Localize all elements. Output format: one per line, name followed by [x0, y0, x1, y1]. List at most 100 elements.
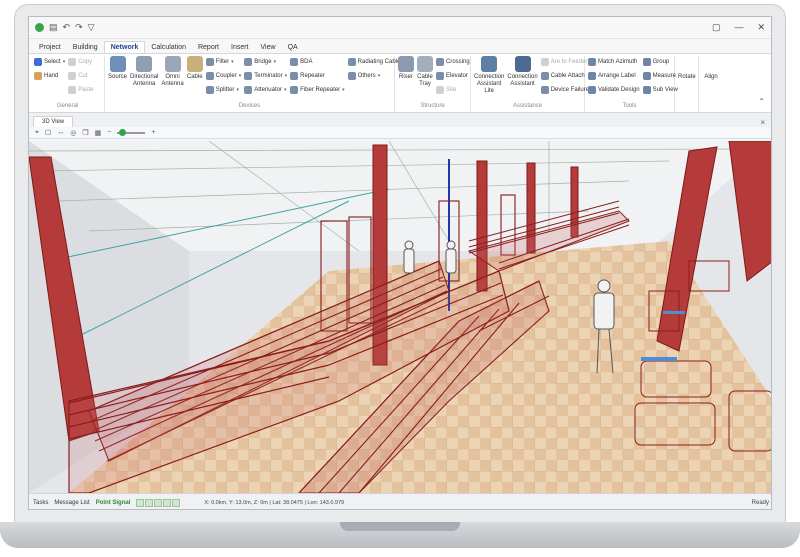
bridge-button[interactable]: Bridge ▾: [244, 56, 287, 68]
status-text: Ready: [751, 499, 769, 506]
filter-button[interactable]: Filter ▾: [205, 56, 242, 68]
device-failure-icon: [540, 86, 549, 94]
cut-button[interactable]: Cut: [68, 70, 93, 82]
directional-antenna-button[interactable]: Directional Antenna: [130, 56, 158, 103]
omni-antenna-button[interactable]: Omni Antenna: [161, 56, 184, 103]
label-icon: [588, 72, 596, 80]
zoom-out-icon[interactable]: −: [107, 129, 111, 136]
collapse-ribbon-icon[interactable]: ⌃: [758, 97, 765, 106]
select-button[interactable]: Select ▾: [34, 56, 65, 68]
validate-design-button[interactable]: Validate Design: [588, 84, 640, 96]
snap-toggle-icon[interactable]: [136, 498, 145, 507]
close-view-icon[interactable]: ×: [760, 118, 771, 127]
elevator-icon: [436, 72, 444, 80]
close-button[interactable]: ✕: [757, 22, 765, 33]
bda-icon: [290, 58, 299, 66]
document-tabs: 3D View ×: [29, 113, 771, 127]
minimize-button[interactable]: —: [734, 22, 743, 33]
tab-report[interactable]: Report: [192, 42, 225, 53]
cable-button[interactable]: Cable: [186, 56, 203, 103]
customize-icon[interactable]: ▽: [88, 23, 95, 32]
tab-insert[interactable]: Insert: [225, 42, 255, 53]
laptop-notch: [340, 522, 460, 531]
zoom-slider-knob[interactable]: [119, 128, 127, 136]
fiber-repeater-button[interactable]: Fiber Repeater ▾: [290, 84, 345, 96]
group-tools: Match Azimuth Arrange Label Validate Des…: [585, 56, 678, 112]
copy-button[interactable]: Copy: [68, 56, 93, 68]
zoom-slider[interactable]: [117, 128, 146, 136]
box-icon[interactable]: ☐: [45, 129, 51, 137]
splitter-icon: [205, 86, 214, 94]
hand-button[interactable]: Hand: [34, 70, 65, 82]
attenuator-button[interactable]: Attenuator ▾: [244, 84, 287, 96]
coupler-icon: [205, 72, 214, 80]
crossing-icon: [436, 58, 444, 66]
rotate-button[interactable]: Rotate: [678, 56, 696, 104]
cable-attach-icon: [540, 72, 549, 80]
3d-viewport[interactable]: [29, 141, 771, 493]
site-button[interactable]: Site: [436, 84, 470, 96]
terminator-button[interactable]: Terminator ▾: [244, 70, 287, 82]
feeder-icon: [540, 58, 549, 66]
crossing-button[interactable]: Crossing: [436, 56, 470, 68]
undo-icon[interactable]: ↶: [63, 23, 71, 32]
grid-toggle-icon[interactable]: [145, 498, 154, 507]
group-general: Select ▾ Hand Copy Cut Paste General: [31, 56, 105, 112]
cable-tray-icon: [417, 56, 433, 72]
tab-3d-view[interactable]: 3D View: [33, 116, 74, 127]
status-bar: Tasks Message List Point Signal X: 0.0km…: [29, 493, 771, 509]
layer-toggle-icon[interactable]: [172, 498, 181, 507]
connection-assistant-button[interactable]: Connection Assistant: [507, 56, 538, 103]
tab-message-list[interactable]: Message List: [54, 500, 89, 506]
coupler-button[interactable]: Coupler ▾: [205, 70, 241, 82]
tab-qa[interactable]: QA: [282, 42, 304, 53]
tab-calculation[interactable]: Calculation: [145, 42, 192, 53]
pan-icon[interactable]: ↔: [57, 129, 64, 136]
tab-network[interactable]: Network: [103, 41, 146, 53]
save-icon[interactable]: ▤: [49, 23, 58, 32]
orbit-icon[interactable]: ◎: [70, 129, 76, 137]
repeater-icon: [290, 72, 299, 80]
connection-assistant-lite-button[interactable]: Connection Assistant Lite: [474, 56, 504, 103]
arrange-label-button[interactable]: Arrange Label: [588, 70, 640, 82]
repeater-button[interactable]: Repeater: [290, 70, 345, 82]
tab-building[interactable]: Building: [67, 42, 104, 53]
measure-button[interactable]: Measure: [642, 70, 678, 82]
group-align: Align: [699, 56, 723, 112]
elevator-button[interactable]: Elevator: [436, 70, 470, 82]
sub-view-button[interactable]: Sub View: [642, 84, 678, 96]
laptop-frame: ▤ ↶ ↷ ▽ ▢ — ✕ Project Building Network C…: [0, 0, 800, 557]
grid-icon[interactable]: ▦: [95, 129, 102, 137]
align-button[interactable]: Align: [702, 56, 720, 104]
layers-icon[interactable]: ❒: [82, 129, 88, 137]
ribbon: Select ▾ Hand Copy Cut Paste General Sour…: [29, 53, 771, 113]
tab-project[interactable]: Project: [33, 42, 67, 53]
zoom-in-icon[interactable]: +: [151, 129, 155, 136]
group-label-structure: Structure: [420, 103, 445, 110]
group-devices: Source Directional Antenna Omni Antenna …: [105, 56, 405, 112]
paste-button[interactable]: Paste: [68, 84, 94, 96]
snap-icon[interactable]: ⌖: [35, 129, 39, 137]
tab-tasks[interactable]: Tasks: [33, 500, 48, 506]
cable-tray-button[interactable]: Cable Tray: [417, 56, 433, 103]
cursor-icon: [34, 58, 42, 66]
title-bar: ▤ ↶ ↷ ▽ ▢ — ✕: [29, 17, 771, 39]
riser-button[interactable]: Riser: [398, 56, 414, 103]
tab-view[interactable]: View: [255, 42, 282, 53]
splitter-button[interactable]: Splitter ▾: [205, 84, 242, 96]
azimuth-icon: [588, 58, 596, 66]
group-button[interactable]: Group: [642, 56, 678, 68]
redo-icon[interactable]: ↷: [75, 23, 83, 32]
ruler-icon: [642, 72, 651, 80]
restore-button[interactable]: ▢: [712, 22, 721, 33]
ortho-toggle-icon[interactable]: [154, 498, 163, 507]
match-azimuth-button[interactable]: Match Azimuth: [588, 56, 640, 68]
app-logo-icon: [35, 23, 44, 32]
bda-button[interactable]: BDA: [290, 56, 345, 68]
source-button[interactable]: Source: [108, 56, 127, 103]
fiber-repeater-icon: [290, 86, 299, 94]
window-controls: ▢ — ✕: [712, 22, 765, 33]
align-icon: [703, 56, 719, 72]
osnap-toggle-icon[interactable]: [163, 498, 172, 507]
tab-point-signal[interactable]: Point Signal: [96, 500, 131, 506]
